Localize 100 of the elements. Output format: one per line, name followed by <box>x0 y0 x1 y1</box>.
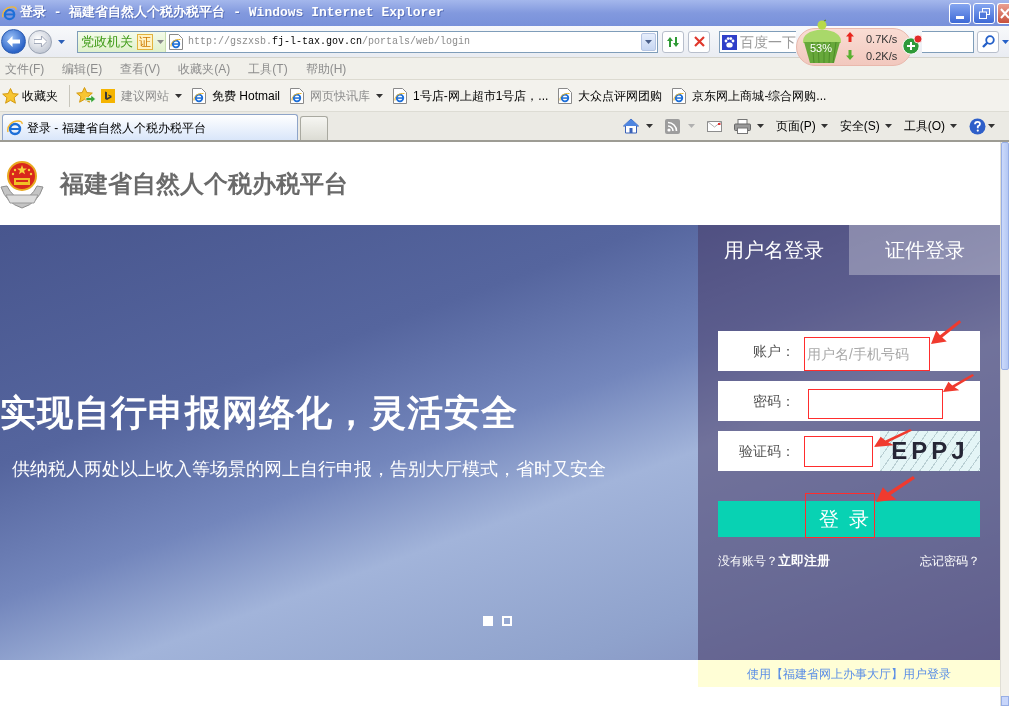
star-icon <box>2 87 19 104</box>
caret-down-icon <box>756 124 764 128</box>
zone-label[interactable]: 党政机关 证 <box>78 31 166 52</box>
web-page-icon <box>558 87 573 104</box>
caret-down-icon <box>57 39 65 44</box>
menu-item[interactable]: 编辑(E) <box>62 62 103 75</box>
search-field-tail[interactable] <box>922 30 974 53</box>
caret-down-icon <box>645 124 653 128</box>
download-speed: 0.2K/s <box>866 50 898 62</box>
web-page-icon <box>290 87 304 104</box>
browser-logo-icon <box>7 119 23 136</box>
minimize-icon <box>956 15 964 19</box>
caret-down-icon <box>376 93 383 98</box>
favorites-link[interactable]: 免费 Hotmail <box>192 84 280 107</box>
search-icon <box>981 35 995 48</box>
web-page-icon <box>672 87 687 104</box>
search-button[interactable] <box>977 30 999 53</box>
alt-login-link[interactable]: 使用【福建省网上办事大厅】用户登录 <box>747 664 951 683</box>
menu-item[interactable]: 文件(F) <box>5 62 45 75</box>
restore-button[interactable] <box>973 2 995 24</box>
login-tab[interactable]: 证件登录 <box>849 225 1000 275</box>
refresh-icon <box>666 35 680 48</box>
feeds-button[interactable] <box>664 118 695 134</box>
paw-icon <box>722 35 737 50</box>
command-menu[interactable]: 安全(S) <box>839 117 892 135</box>
arrow-left-icon <box>7 36 20 47</box>
caret-down-icon <box>1001 39 1009 44</box>
caret-down-icon <box>884 124 892 128</box>
favorites-link[interactable]: 1号店-网上超市1号店，... <box>393 84 549 107</box>
account-input[interactable]: 用户名/手机号码 <box>804 337 930 371</box>
captcha-input[interactable] <box>804 435 873 467</box>
close-icon <box>1000 7 1009 19</box>
caret-down-icon <box>157 39 164 44</box>
plus-badge-icon[interactable] <box>902 34 923 55</box>
envelope-icon <box>706 120 722 132</box>
emblem-icon <box>0 158 44 209</box>
register-prompt: 没有账号？ <box>718 552 778 570</box>
back-button[interactable] <box>1 29 26 54</box>
annotation-frame <box>805 493 875 538</box>
window-title: 登录 - 福建省自然人个税办税平台 - Windows Internet Explorer <box>20 4 444 23</box>
web-page-icon <box>393 87 407 104</box>
caret-down-icon <box>175 93 182 98</box>
favorites-link[interactable]: 大众点评网团购 <box>558 84 663 107</box>
cupcake-icon <box>800 19 844 64</box>
restore-icon <box>978 7 990 19</box>
menu-item[interactable]: 帮助(H) <box>305 62 347 75</box>
address-field[interactable]: 党政机关 证 http://gszxsb.fj-l-tax.gov.cn/portals/web/login <box>77 30 658 53</box>
register-link[interactable]: 立即注册 <box>778 551 830 571</box>
stop-button[interactable] <box>688 30 710 53</box>
favorites-button[interactable]: 收藏夹 <box>2 84 58 107</box>
annotation-arrow <box>931 320 961 344</box>
banner-headline: 实现自行申报网络化，灵活安全 <box>0 391 519 435</box>
password-input[interactable] <box>808 389 943 419</box>
login-tab[interactable]: 用户名登录 <box>698 225 849 275</box>
field-label: 账户： <box>752 341 795 361</box>
favorites-link[interactable]: 网页快讯库 <box>290 84 383 107</box>
arrow-up-icon <box>846 32 854 42</box>
browser-tab[interactable]: 登录 - 福建省自然人个税办税平台 <box>2 114 298 140</box>
mail-button[interactable] <box>706 120 722 132</box>
minimize-button[interactable] <box>949 2 971 24</box>
forgot-password-link[interactable]: 忘记密码？ <box>920 551 980 570</box>
favorites-link[interactable]: 京东网上商城-综合网购... <box>672 84 827 107</box>
house-icon <box>622 118 639 134</box>
field-label: 密码： <box>752 391 795 411</box>
logo-tile-icon <box>101 88 115 103</box>
annotation-arrow <box>876 476 915 502</box>
site-title: 福建省自然人个税办税平台 <box>60 168 348 199</box>
menu-item[interactable]: 收藏夹(A) <box>178 62 231 75</box>
cpu-percent: 53% <box>810 42 833 54</box>
zone-badge: 证 <box>137 33 153 50</box>
url-text: http://gszxsb.fj-l-tax.gov.cn/portals/web/login <box>188 35 471 49</box>
help-button[interactable] <box>969 117 995 135</box>
caret-down-icon <box>820 124 828 128</box>
caret-down-icon <box>950 124 957 128</box>
home-button[interactable] <box>622 118 653 134</box>
command-menu[interactable]: 工具(O) <box>903 117 957 135</box>
print-button[interactable] <box>733 118 764 134</box>
browser-logo-icon <box>2 5 17 21</box>
caret-down-icon <box>687 124 695 128</box>
help-icon <box>969 117 986 135</box>
refresh-button[interactable] <box>662 30 684 53</box>
caret-down-icon <box>645 39 652 44</box>
command-menu[interactable]: 页面(P) <box>775 117 828 135</box>
address-dropdown-button[interactable] <box>641 32 656 51</box>
scrollbar-thumb[interactable] <box>1001 142 1009 370</box>
captcha-image[interactable]: EPPJ <box>880 431 980 471</box>
menu-item[interactable]: 工具(T) <box>248 62 288 75</box>
printer-icon <box>733 118 751 134</box>
field-label: 验证码： <box>738 441 795 461</box>
stop-icon <box>693 36 705 47</box>
favorites-link[interactable]: 建议网站 <box>101 84 182 107</box>
close-button[interactable] <box>997 2 1009 24</box>
menu-item[interactable]: 查看(V) <box>120 62 161 75</box>
arrow-right-icon <box>33 36 47 47</box>
web-page-icon <box>192 87 206 104</box>
feed-icon <box>664 118 680 134</box>
web-page-icon <box>169 33 183 50</box>
arrow-down-icon <box>846 50 854 60</box>
star-arrow-icon <box>76 87 96 104</box>
annotation-arrow <box>943 374 974 392</box>
